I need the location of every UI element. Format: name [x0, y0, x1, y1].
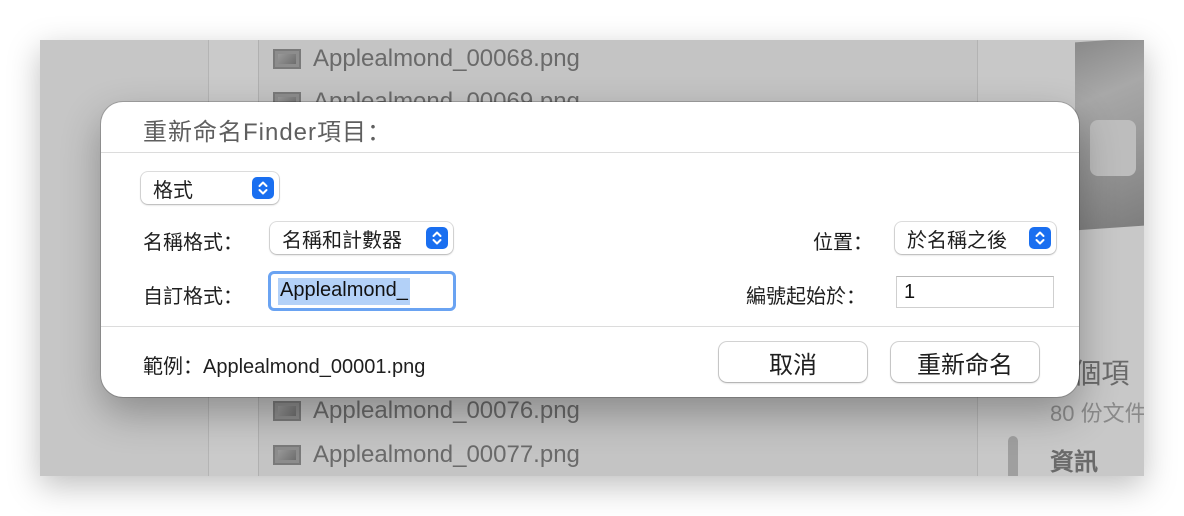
custom-format-input[interactable]: Applealmond_ [268, 271, 456, 311]
start-number-input[interactable]: 1 [896, 276, 1054, 308]
position-popup[interactable]: 於名稱之後 [895, 222, 1056, 254]
dialog-title: 重新命名Finder項目： [143, 119, 393, 146]
file-row[interactable]: Applealmond_00076.png [273, 393, 580, 429]
file-row[interactable]: Applealmond_00077.png [273, 437, 580, 473]
file-row[interactable]: Applealmond_00068.png [273, 41, 580, 77]
custom-format-value: Applealmond_ [278, 277, 410, 305]
file-name: Applealmond_00076.png [313, 397, 580, 424]
image-file-icon [273, 49, 301, 69]
scrollbar-thumb[interactable] [1008, 436, 1018, 476]
name-format-popup[interactable]: 名稱和計數器 [270, 222, 453, 254]
document-count: 80 份文件 [1050, 401, 1144, 426]
name-format-label: 名稱格式： [143, 232, 243, 254]
preview-image-detail [1090, 120, 1136, 176]
file-name: Applealmond_00077.png [313, 441, 580, 468]
rename-button[interactable]: 重新命名 [891, 342, 1039, 382]
chevron-updown-icon [1029, 227, 1051, 249]
name-format-value: 名稱和計數器 [282, 229, 402, 252]
chevron-updown-icon [252, 177, 274, 199]
info-heading: 資訊 [1050, 449, 1098, 476]
chevron-updown-icon [426, 227, 448, 249]
mode-popup[interactable]: 格式 [141, 172, 279, 204]
title-divider [101, 152, 1079, 153]
example-text: 範例：Applealmond_00001.png [143, 356, 426, 378]
position-value: 於名稱之後 [907, 229, 1007, 252]
image-file-icon [273, 445, 301, 465]
footer-divider [101, 326, 1079, 327]
position-label: 位置： [813, 232, 873, 254]
rename-dialog: 重新命名Finder項目： 格式 名稱格式： 名稱和計數器 位置： 於名稱之後 … [101, 102, 1079, 397]
custom-format-label: 自訂格式： [143, 286, 243, 308]
file-name: Applealmond_00068.png [313, 45, 580, 72]
image-file-icon [273, 401, 301, 421]
cancel-button[interactable]: 取消 [719, 342, 867, 382]
mode-popup-value: 格式 [153, 179, 193, 202]
start-number-label: 編號起始於： [746, 286, 866, 308]
